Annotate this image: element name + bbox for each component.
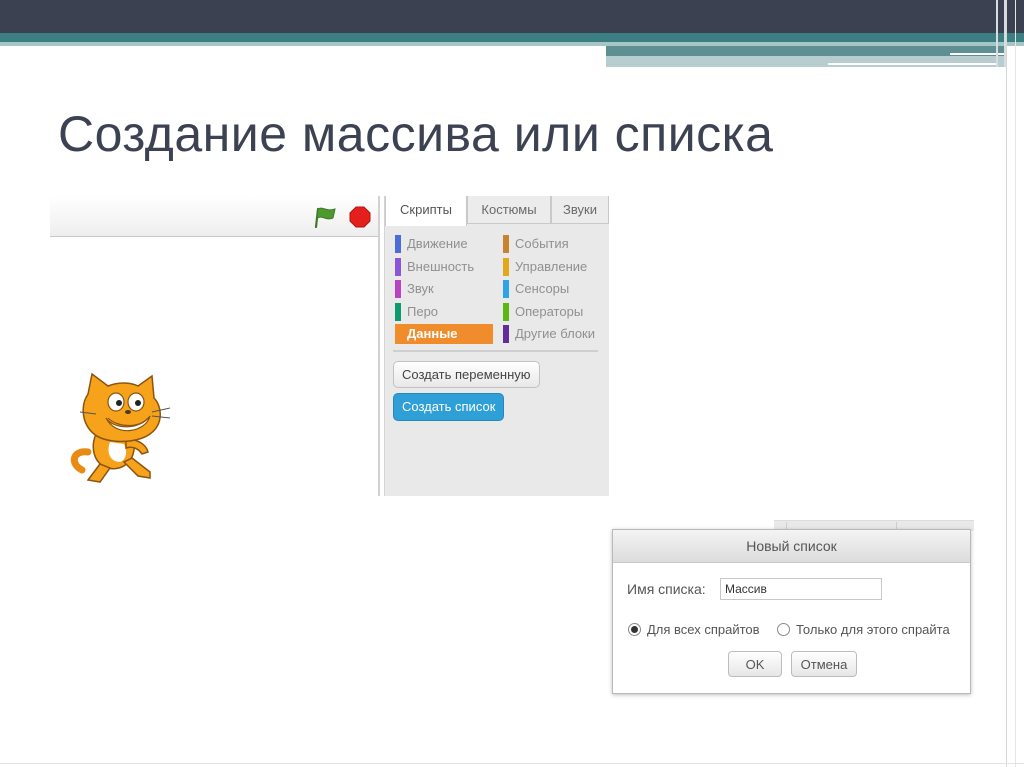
category-sound[interactable]: Звук [395, 279, 493, 299]
category-label: Сенсоры [515, 281, 570, 296]
make-variable-button[interactable]: Создать переменную [393, 361, 540, 388]
bottom-rule [0, 763, 1024, 764]
category-color-swatch [503, 280, 509, 298]
category-color-swatch [395, 303, 401, 321]
top-teal-bar [0, 33, 1024, 42]
list-name-input[interactable] [720, 578, 882, 600]
category-more-blocks[interactable]: Другие блоки [503, 324, 607, 344]
category-label: Данные [407, 326, 458, 341]
tab-sounds[interactable]: Звуки [551, 196, 609, 224]
category-color-swatch [503, 325, 509, 343]
category-data[interactable]: Данные [395, 324, 493, 344]
make-list-button[interactable]: Создать список [393, 393, 505, 421]
category-label: Управление [515, 259, 588, 274]
block-palette: Скрипты Костюмы Звуки Движение Внешность… [384, 196, 609, 496]
stage-divider[interactable] [378, 196, 380, 496]
right-accent-bar-light [606, 56, 1006, 67]
right-accent-bar [606, 46, 1006, 56]
ok-button[interactable]: OK [728, 651, 782, 677]
list-name-label: Имя списка: [627, 581, 706, 597]
palette-divider [393, 350, 598, 352]
category-label: Другие блоки [515, 326, 596, 341]
category-operators[interactable]: Операторы [503, 302, 607, 322]
category-motion[interactable]: Движение [395, 234, 493, 254]
category-sensing[interactable]: Сенсоры [503, 279, 607, 299]
category-events[interactable]: События [503, 234, 607, 254]
category-color-swatch [503, 258, 509, 276]
slide-title: Создание массива или списка [58, 106, 774, 162]
category-color-swatch [503, 235, 509, 253]
category-label: Внешность [407, 259, 475, 274]
tab-costumes[interactable]: Костюмы [467, 196, 551, 224]
category-control[interactable]: Управление [503, 257, 607, 277]
green-flag-icon[interactable] [313, 206, 337, 228]
radio-button-checked[interactable] [628, 623, 641, 636]
cancel-button[interactable]: Отмена [791, 651, 857, 677]
category-label: События [515, 236, 569, 251]
dialog-title[interactable]: Новый список [613, 530, 970, 563]
side-rule-outer [1015, 0, 1016, 767]
category-color-swatch [395, 280, 401, 298]
new-list-dialog: Новый список Имя списка: Для всех спрайт… [612, 529, 971, 694]
palette-tabs: Скрипты Костюмы Звуки [385, 196, 609, 226]
category-label: Движение [407, 236, 468, 251]
radio-label: Только для этого спрайта [796, 622, 950, 637]
category-pen[interactable]: Перо [395, 302, 493, 322]
category-label: Перо [407, 304, 439, 319]
right-frame-decoration [996, 0, 1006, 67]
radio-button[interactable] [777, 623, 790, 636]
tab-scripts[interactable]: Скрипты [385, 196, 467, 226]
top-dark-bar [0, 0, 1024, 33]
category-looks[interactable]: Внешность [395, 257, 493, 277]
side-rule [1006, 0, 1007, 767]
category-color-swatch [395, 235, 401, 253]
category-color-swatch [395, 258, 401, 276]
category-label: Звук [407, 281, 434, 296]
accent-line [828, 63, 998, 65]
category-label: Операторы [515, 304, 584, 319]
radio-label: Для всех спрайтов [647, 622, 760, 637]
stop-icon[interactable] [349, 206, 371, 228]
category-color-swatch [503, 303, 509, 321]
scratch-cat-sprite[interactable] [66, 372, 176, 487]
